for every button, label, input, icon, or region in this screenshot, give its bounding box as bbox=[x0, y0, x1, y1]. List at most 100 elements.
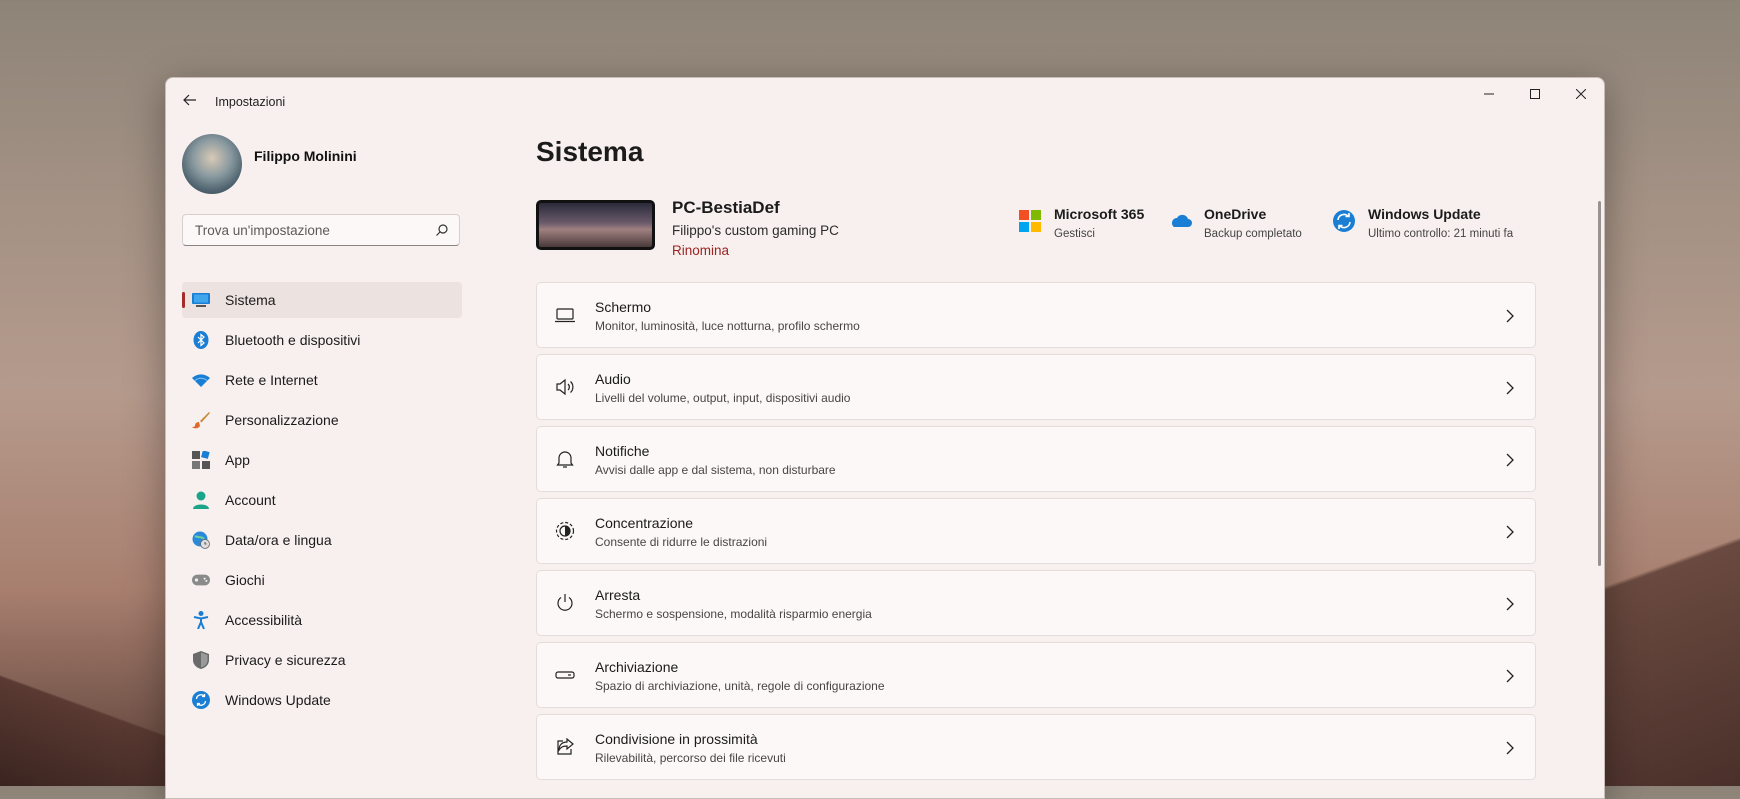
chevron-right-icon bbox=[1506, 309, 1514, 323]
storage-icon bbox=[555, 671, 575, 679]
wifi-icon bbox=[192, 371, 210, 389]
sidebar-item-rete[interactable]: Rete e Internet bbox=[182, 362, 462, 398]
close-button[interactable] bbox=[1558, 78, 1604, 110]
sidebar-nav: Sistema Bluetooth e dispositivi Rete e I… bbox=[182, 282, 462, 722]
card-notifiche[interactable]: Notifiche Avvisi dalle app e dal sistema… bbox=[536, 426, 1536, 492]
back-button[interactable] bbox=[178, 88, 202, 112]
onedrive-icon bbox=[1172, 214, 1192, 227]
quick-title: Microsoft 365 bbox=[1054, 206, 1145, 222]
scrollbar[interactable] bbox=[1598, 201, 1601, 566]
microsoft-logo-icon bbox=[1019, 210, 1041, 232]
card-condivisione[interactable]: Condivisione in prossimità Rilevabilità,… bbox=[536, 714, 1536, 780]
chevron-right-icon bbox=[1506, 669, 1514, 683]
card-title: Condivisione in prossimità bbox=[595, 731, 758, 747]
maximize-button[interactable] bbox=[1512, 78, 1558, 110]
chevron-right-icon bbox=[1506, 453, 1514, 467]
sidebar-item-label: Bluetooth e dispositivi bbox=[225, 332, 361, 348]
sidebar-item-bluetooth[interactable]: Bluetooth e dispositivi bbox=[182, 322, 462, 358]
chevron-right-icon bbox=[1506, 741, 1514, 755]
card-subtitle: Avvisi dalle app e dal sistema, non dist… bbox=[595, 463, 836, 477]
device-name: PC-BestiaDef bbox=[672, 198, 780, 217]
minimize-button[interactable] bbox=[1466, 78, 1512, 110]
card-subtitle: Livelli del volume, output, input, dispo… bbox=[595, 391, 851, 405]
settings-window: Impostazioni Filippo Molinini Sistema bbox=[165, 77, 1605, 799]
card-subtitle: Rilevabilità, percorso dei file ricevuti bbox=[595, 751, 786, 765]
card-subtitle: Monitor, luminosità, luce notturna, prof… bbox=[595, 319, 860, 333]
search-input[interactable] bbox=[193, 222, 427, 239]
card-concentrazione[interactable]: Concentrazione Consente di ridurre le di… bbox=[536, 498, 1536, 564]
arrow-left-icon bbox=[183, 94, 196, 106]
brush-icon bbox=[192, 411, 210, 429]
shield-icon bbox=[192, 651, 210, 669]
card-title: Arresta bbox=[595, 587, 641, 603]
sidebar-item-label: Privacy e sicurezza bbox=[225, 652, 346, 668]
sidebar-item-personalizzazione[interactable]: Personalizzazione bbox=[182, 402, 462, 438]
sidebar-item-accessibilita[interactable]: Accessibilità bbox=[182, 602, 462, 638]
bell-icon bbox=[556, 451, 574, 468]
rename-link[interactable]: Rinomina bbox=[672, 243, 729, 258]
update-icon bbox=[192, 691, 210, 709]
card-arresta[interactable]: Arresta Schermo e sospensione, modalità … bbox=[536, 570, 1536, 636]
title-bar: Impostazioni bbox=[166, 78, 1604, 122]
globe-clock-icon bbox=[192, 531, 210, 549]
quick-title: Windows Update bbox=[1368, 206, 1481, 222]
sidebar-item-label: Rete e Internet bbox=[225, 372, 318, 388]
sidebar-item-sistema[interactable]: Sistema bbox=[182, 282, 462, 318]
chevron-right-icon bbox=[1506, 597, 1514, 611]
card-subtitle: Spazio di archiviazione, unità, regole d… bbox=[595, 679, 885, 693]
sidebar-item-account[interactable]: Account bbox=[182, 482, 462, 518]
card-schermo[interactable]: Schermo Monitor, luminosità, luce nottur… bbox=[536, 282, 1536, 348]
chevron-right-icon bbox=[1506, 525, 1514, 539]
settings-cards: Schermo Monitor, luminosità, luce nottur… bbox=[536, 282, 1536, 786]
close-icon bbox=[1576, 89, 1586, 99]
speaker-icon bbox=[556, 378, 574, 396]
card-subtitle: Consente di ridurre le distrazioni bbox=[595, 535, 768, 549]
card-title: Notifiche bbox=[595, 443, 650, 459]
sidebar-item-label: App bbox=[225, 452, 250, 468]
quick-sub: Gestisci bbox=[1054, 228, 1095, 240]
card-title: Audio bbox=[595, 371, 631, 387]
quick-microsoft-365[interactable]: Microsoft 365 Gestisci bbox=[1018, 206, 1144, 240]
chevron-right-icon bbox=[1506, 381, 1514, 395]
quick-title: OneDrive bbox=[1204, 206, 1267, 222]
card-title: Archiviazione bbox=[595, 659, 679, 675]
sidebar-item-windows-update[interactable]: Windows Update bbox=[182, 682, 462, 718]
device-thumbnail bbox=[536, 200, 655, 250]
card-title: Concentrazione bbox=[595, 515, 694, 531]
sidebar-item-label: Data/ora e lingua bbox=[225, 532, 332, 548]
card-archiviazione[interactable]: Archiviazione Spazio di archiviazione, u… bbox=[536, 642, 1536, 708]
bluetooth-icon bbox=[192, 331, 210, 349]
sidebar-item-label: Personalizzazione bbox=[225, 412, 339, 428]
display-icon bbox=[555, 308, 575, 323]
accessibility-icon bbox=[192, 611, 210, 629]
sidebar-item-label: Windows Update bbox=[225, 692, 331, 708]
focus-icon bbox=[555, 521, 575, 541]
share-icon bbox=[557, 737, 574, 755]
sidebar-item-label: Sistema bbox=[225, 292, 276, 308]
app-title: Impostazioni bbox=[215, 95, 286, 109]
page-title: Sistema bbox=[536, 136, 644, 167]
sidebar-item-privacy[interactable]: Privacy e sicurezza bbox=[182, 642, 462, 678]
profile[interactable]: Filippo Molinini bbox=[182, 134, 462, 194]
card-audio[interactable]: Audio Livelli del volume, output, input,… bbox=[536, 354, 1536, 420]
sidebar: Filippo Molinini Sistema Bluetooth e dis… bbox=[182, 134, 462, 709]
sidebar-item-giochi[interactable]: Giochi bbox=[182, 562, 462, 598]
quick-windows-update[interactable]: Windows Update Ultimo controllo: 21 minu… bbox=[1332, 206, 1513, 240]
card-title: Schermo bbox=[595, 299, 652, 315]
avatar[interactable] bbox=[182, 134, 242, 194]
gamepad-icon bbox=[192, 571, 210, 589]
sidebar-item-app[interactable]: App bbox=[182, 442, 462, 478]
search-icon[interactable] bbox=[435, 223, 449, 237]
quick-sub: Ultimo controllo: 21 minuti fa bbox=[1368, 228, 1514, 240]
monitor-icon bbox=[192, 291, 210, 309]
quick-sub: Backup completato bbox=[1204, 228, 1302, 240]
person-icon bbox=[192, 491, 210, 509]
profile-name: Filippo Molinini bbox=[254, 148, 357, 164]
update-icon bbox=[1333, 210, 1355, 232]
minimize-icon bbox=[1484, 93, 1494, 95]
quick-onedrive[interactable]: OneDrive Backup completato bbox=[1168, 206, 1302, 240]
sidebar-item-label: Accessibilità bbox=[225, 612, 303, 628]
sidebar-item-data-ora[interactable]: Data/ora e lingua bbox=[182, 522, 462, 558]
sidebar-item-label: Account bbox=[225, 492, 276, 508]
device-description: Filippo's custom gaming PC bbox=[672, 223, 839, 238]
